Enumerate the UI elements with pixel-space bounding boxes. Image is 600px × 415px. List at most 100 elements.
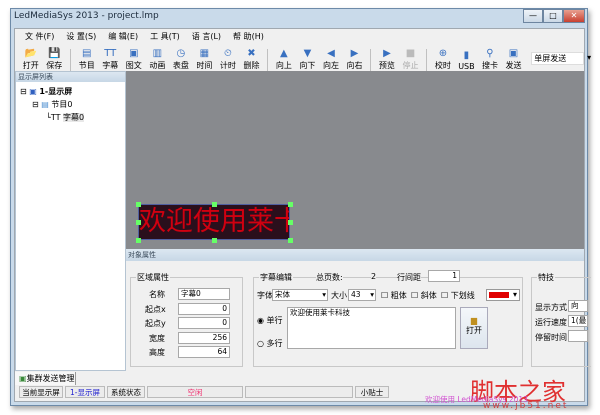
resize-handle[interactable]: [136, 238, 141, 243]
minimize-button[interactable]: —: [523, 9, 543, 23]
caption-text-area[interactable]: 欢迎使用莱卡科技: [287, 307, 456, 349]
toolbar-button[interactable]: ■ 停止: [399, 45, 423, 71]
toolbar-button[interactable]: ▥ 动画: [146, 45, 170, 71]
resize-handle[interactable]: [136, 202, 141, 207]
toolbar-button[interactable]: ▣ 发送: [502, 45, 526, 71]
y-field[interactable]: 0: [178, 317, 230, 329]
name-field[interactable]: 字幕0: [178, 288, 230, 300]
caption-edit-group: 字幕编辑 总页数: 2 行间距 1 字体 宋体 ▾ 大小 43 ▾ ☐ 粗体 ☐ 斜…: [253, 270, 523, 367]
chevron-down-icon: ▾: [322, 290, 326, 299]
toolbar-button[interactable]: ▮ USB: [455, 45, 479, 71]
toolbar-button[interactable]: 💾 保存: [43, 45, 67, 71]
delete-icon: ✖: [247, 48, 256, 59]
save-icon: 💾: [48, 48, 61, 59]
menu-item[interactable]: 编 辑(E): [108, 31, 138, 42]
image-text-icon: ▣: [129, 48, 139, 59]
color-swatch: [489, 292, 509, 298]
open-folder-icon: 📂: [24, 48, 37, 59]
toolbar: 📂 打开 💾 保存 ▤ 节目 TT 字幕 ▣ 图文 ▥ 动画 ◷ 表盘 ▦ 时间 ⏲ 计时 ✖ 删除 ▲ 向上 ▼ 向下 ◀ 向左…: [15, 44, 591, 71]
close-button[interactable]: ✕: [563, 9, 585, 23]
toolbar-button[interactable]: ▶ 向右: [343, 45, 367, 71]
object-properties-panel: 对象属性 区域属性 名称 字幕0 起点x 0 起点y 0 宽度 256 高度 6…: [126, 249, 591, 371]
timer-icon: ⏲: [224, 48, 232, 59]
toolbar-button[interactable]: ▦ 时间: [193, 45, 217, 71]
collapse-icon[interactable]: ⊟: [32, 100, 39, 109]
stay-time-field[interactable]: [568, 330, 588, 342]
font-select[interactable]: 宋体 ▾: [272, 289, 328, 301]
toolbar-button[interactable]: TT 字幕: [99, 45, 123, 71]
send-icon: ▣: [508, 48, 519, 59]
status-progress: [245, 386, 353, 398]
effect-group: 特技 显示方式 向左 运行速度 1(最 停留时间: [531, 272, 591, 367]
collapse-icon[interactable]: ⊟: [20, 87, 27, 96]
multi-line-radio[interactable]: ○ 多行: [257, 338, 283, 349]
italic-checkbox[interactable]: ☐ 斜体: [411, 290, 437, 301]
usb-icon: ▮: [463, 50, 470, 61]
menu-item[interactable]: 语 言(L): [192, 31, 221, 42]
resize-handle[interactable]: [288, 220, 293, 225]
send-mode-select[interactable]: 单屏发送 ▾: [531, 52, 591, 65]
display-mode-select[interactable]: 向左: [568, 300, 588, 312]
window-title: LedMediaSys 2013 - project.lmp: [14, 11, 159, 21]
properties-header: 对象属性: [126, 249, 584, 261]
arrow-right-icon: ▶: [350, 48, 359, 59]
underline-checkbox[interactable]: ☐ 下划线: [441, 290, 475, 301]
resize-handle[interactable]: [212, 238, 217, 243]
resize-handle[interactable]: [136, 220, 141, 225]
toolbar-button[interactable]: ▶ 预览: [375, 45, 399, 71]
x-field[interactable]: 0: [178, 303, 230, 315]
speed-select[interactable]: 1(最: [568, 315, 588, 327]
cluster-send-tab[interactable]: ▣ 集群发送管理: [15, 372, 76, 385]
toolbar-button[interactable]: 📂 打开: [19, 45, 43, 71]
toolbar-button[interactable]: ⚲ 搜卡: [478, 45, 502, 71]
toolbar-separator: [370, 49, 372, 71]
preview-canvas[interactable]: 欢迎使用莱卡科技: [126, 71, 584, 249]
toolbar-button[interactable]: ▲ 向上: [272, 45, 296, 71]
tree-item-program[interactable]: ⊟ ▤ 节目0: [32, 99, 72, 110]
chevron-down-icon: ▾: [370, 290, 374, 299]
watermark-url: www.jb51.net: [483, 401, 569, 411]
toolbar-button[interactable]: ◷ 表盘: [169, 45, 193, 71]
toolbar-button[interactable]: ⏲ 计时: [216, 45, 240, 71]
chevron-down-icon: ▾: [587, 53, 592, 62]
resize-handle[interactable]: [288, 202, 293, 207]
width-field[interactable]: 256: [178, 332, 230, 344]
toolbar-separator: [70, 49, 71, 71]
tree-item-caption[interactable]: └TT 字幕0: [46, 112, 85, 123]
text-icon: └TT: [46, 113, 61, 122]
stop-icon: ■: [405, 48, 416, 59]
toolbar-button[interactable]: ▼ 向下: [296, 45, 320, 71]
monitor-icon: ▣: [29, 87, 37, 96]
menu-item[interactable]: 文 件(F): [25, 31, 54, 42]
main-area: 文 件(F) 设 置(S) 编 辑(E) 工 具(T) 语 言(L) 帮 助(H) 📂 打开…: [14, 28, 591, 402]
height-field[interactable]: 64: [178, 346, 230, 358]
program-icon: ▤: [41, 100, 49, 109]
toolbar-button[interactable]: ▣ 图文: [122, 45, 146, 71]
arrow-up-icon: ▲: [280, 48, 288, 59]
maximize-button[interactable]: □: [543, 9, 563, 23]
menu-item[interactable]: 帮 助(H): [233, 31, 264, 42]
menu-item[interactable]: 设 置(S): [66, 31, 96, 42]
toolbar-separator: [267, 49, 269, 71]
resize-handle[interactable]: [288, 238, 293, 243]
tree-item-screen[interactable]: ⊟ ▣ 1-显示屏: [20, 86, 72, 97]
toolbar-button[interactable]: ◀ 向左: [319, 45, 343, 71]
line-spacing-stepper[interactable]: 1: [428, 270, 460, 282]
menu-item[interactable]: 工 具(T): [150, 31, 180, 42]
toolbar-button[interactable]: ▤ 节目: [75, 45, 99, 71]
toolbar-button[interactable]: ✖ 删除: [240, 45, 264, 71]
color-picker[interactable]: ▾: [486, 289, 520, 301]
menu-bar: 文 件(F) 设 置(S) 编 辑(E) 工 具(T) 语 言(L) 帮 助(H): [15, 29, 584, 44]
toolbar-button[interactable]: ⊕ 校时: [431, 45, 455, 71]
program-icon: ▤: [82, 48, 92, 59]
resize-handle[interactable]: [212, 202, 217, 207]
folder-icon: ▆: [470, 316, 478, 325]
open-button[interactable]: ▆ 打开: [460, 307, 488, 349]
animation-icon: ▥: [152, 48, 163, 59]
size-select[interactable]: 43 ▾: [348, 289, 376, 301]
search-card-icon: ⚲: [486, 48, 494, 59]
bold-checkbox[interactable]: ☐ 粗体: [381, 290, 407, 301]
single-line-radio[interactable]: ◉ 单行: [257, 315, 283, 326]
chevron-down-icon: ▾: [512, 290, 517, 299]
caption-region[interactable]: 欢迎使用莱卡科技: [138, 204, 290, 240]
